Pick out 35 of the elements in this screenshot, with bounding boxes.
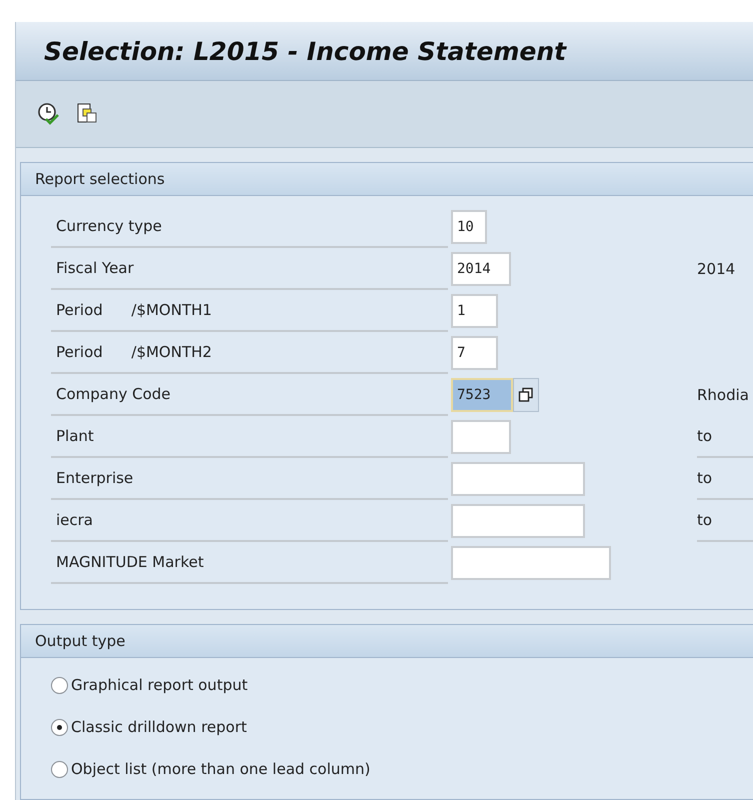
input-field[interactable]: 10 — [451, 210, 487, 244]
field-description: 2014 — [697, 259, 736, 280]
radio-label[interactable]: Classic drilldown report — [71, 718, 247, 736]
input-field[interactable]: 1 — [451, 294, 498, 328]
field-label: Fiscal Year — [51, 248, 448, 290]
group-header: Output type — [21, 625, 753, 658]
input-field[interactable] — [451, 504, 585, 538]
input-field[interactable]: 2014 — [451, 252, 511, 286]
field-label: Plant — [51, 416, 448, 458]
field-label: Enterprise — [51, 458, 448, 500]
field-label: Period /$MONTH2 — [51, 332, 448, 374]
input-field[interactable] — [451, 420, 511, 454]
input-field[interactable] — [451, 546, 611, 580]
field-label: MAGNITUDE Market — [51, 542, 448, 584]
range-to-label: to — [697, 500, 753, 542]
radio-button[interactable] — [51, 718, 68, 736]
field-label: Period /$MONTH1 — [51, 290, 448, 332]
radio-label[interactable]: Graphical report output — [71, 676, 248, 694]
field-label: Company Code — [51, 374, 448, 416]
range-to-label: to — [697, 458, 753, 500]
field-label: iecra — [51, 500, 448, 542]
radio-button[interactable] — [51, 676, 68, 694]
field-label: Currency type — [51, 206, 448, 248]
multiple-selection-button[interactable] — [513, 378, 539, 412]
input-field[interactable] — [451, 462, 585, 496]
copy-icon — [518, 387, 534, 403]
radio-label[interactable]: Object list (more than one lead column) — [71, 760, 370, 778]
field-description: Rhodia — [697, 385, 750, 406]
input-field[interactable]: 7 — [451, 336, 498, 370]
execute-clock-icon[interactable] — [36, 101, 62, 127]
group-header: Report selections — [21, 163, 753, 196]
radio-button[interactable] — [51, 760, 68, 778]
input-field[interactable]: 7523 — [451, 378, 513, 412]
window-title: Selection: L2015 - Income Statement — [44, 36, 566, 66]
range-to-label: to — [697, 416, 753, 458]
